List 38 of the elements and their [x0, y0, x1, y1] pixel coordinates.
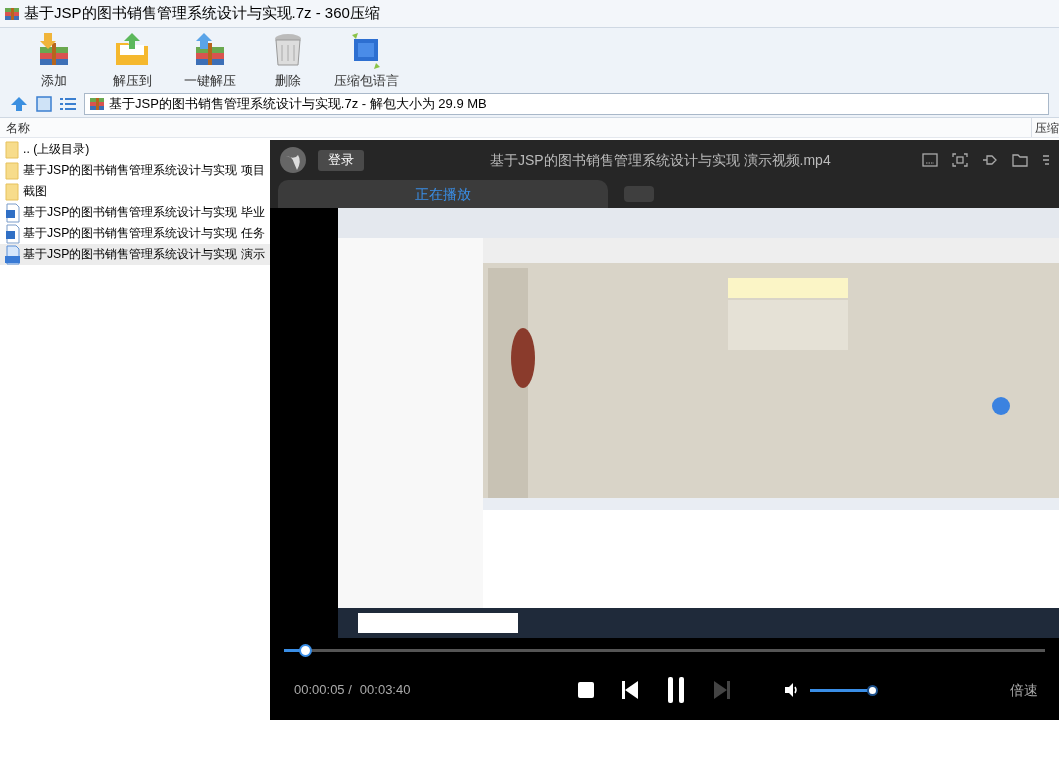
video-title: 基于JSP的图书销售管理系统设计与实现 演示视频.mp4: [490, 150, 831, 170]
toolbar-button[interactable]: 添加: [14, 31, 94, 91]
large-view-icon[interactable]: [36, 95, 52, 112]
toolbar-button[interactable]: 解压到: [92, 31, 172, 91]
address-field[interactable]: 基于JSP的图书销售管理系统设计与实现.7z - 解包大小为 29.9 MB: [84, 92, 1049, 115]
pin-icon[interactable]: [982, 153, 998, 167]
duration-time: 00:03:40: [359, 681, 411, 700]
login-button[interactable]: 登录: [318, 149, 364, 171]
folder-icon: [5, 139, 20, 160]
up-arrow-icon[interactable]: [10, 95, 28, 112]
previous-icon[interactable]: [622, 681, 638, 699]
bird-logo-icon: [280, 147, 306, 173]
file-row[interactable]: 基于JSP的图书销售管理系统设计与实现 演示: [0, 244, 270, 265]
video-file-icon: [5, 244, 20, 265]
archive-icon: [89, 95, 105, 112]
subtitle-icon[interactable]: [922, 153, 938, 167]
column-header[interactable]: 名称: [0, 118, 1032, 137]
elapsed-time: 00:00:05 /: [294, 681, 352, 700]
window-title: 基于JSP的图书销售管理系统设计与实现.7z - 360压缩: [24, 3, 380, 24]
speed-button[interactable]: 倍速: [1010, 679, 1038, 701]
archive-icon: [4, 5, 20, 22]
screenshot-icon[interactable]: [952, 153, 968, 167]
toolbar-button[interactable]: 删除: [248, 31, 328, 91]
seek-thumb[interactable]: [298, 643, 312, 657]
column-header[interactable]: 压缩: [1032, 118, 1059, 137]
toolbar-button[interactable]: 压缩包语言: [326, 31, 406, 91]
folder-icon: [5, 181, 20, 202]
address-text: 基于JSP的图书销售管理系统设计与实现.7z - 解包大小为 29.9 MB: [109, 94, 487, 113]
folder-icon: [5, 160, 20, 181]
menu-icon[interactable]: [1042, 153, 1049, 167]
document-icon: [5, 223, 20, 244]
folder-icon[interactable]: [1012, 153, 1028, 167]
pause-icon[interactable]: [666, 677, 686, 703]
list-view-icon[interactable]: [60, 96, 76, 111]
volume-icon[interactable]: [785, 683, 799, 697]
document-icon: [5, 202, 20, 223]
toolbar-button[interactable]: 一键解压: [170, 31, 250, 91]
volume-thumb[interactable]: [867, 684, 878, 696]
